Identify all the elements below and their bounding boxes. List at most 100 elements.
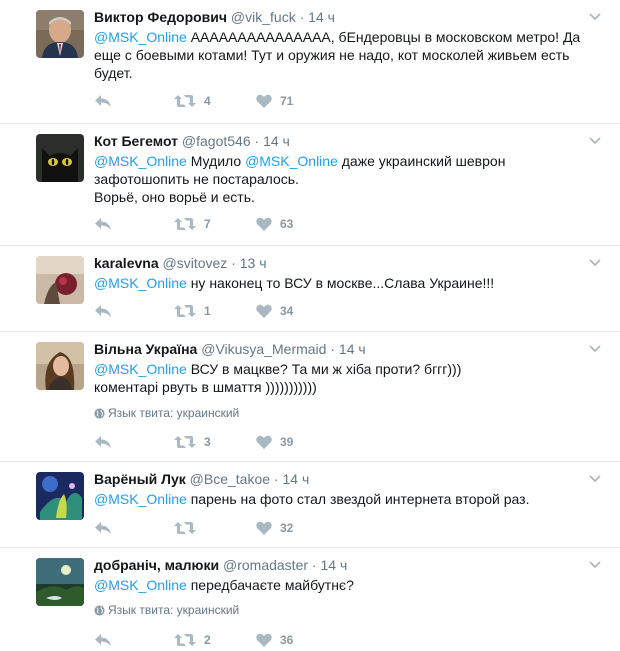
like-button[interactable]: 34 [256, 302, 293, 320]
chevron-down-icon[interactable] [588, 558, 602, 572]
timestamp[interactable]: 13 ч [240, 255, 267, 271]
separator-dot: · [330, 341, 336, 357]
avatar[interactable] [36, 342, 84, 390]
retweet-icon [174, 522, 196, 534]
mention-link[interactable]: @MSK_Online [94, 361, 187, 377]
tweet-item[interactable]: добраніч, малюки @romadaster · 14 ч @MSK… [0, 548, 620, 651]
reply-button[interactable] [94, 92, 112, 110]
language-label: Язык твита: украинский [108, 406, 240, 420]
like-button[interactable]: 32 [256, 519, 293, 537]
tweet-actions: 32 [94, 519, 354, 537]
mention-link[interactable]: @MSK_Online [94, 577, 187, 593]
tweet-actions: 1 34 [94, 302, 354, 320]
chevron-down-icon[interactable] [588, 342, 602, 356]
timestamp[interactable]: 14 ч [339, 341, 366, 357]
language-label: Язык твита: украинский [108, 603, 240, 617]
tweet-language[interactable]: Язык твита: украинский [94, 405, 239, 421]
tweet-item[interactable]: Варёный Лук @Все_takoe · 14 ч @MSK_Onlin… [0, 462, 620, 548]
reply-button[interactable] [94, 631, 112, 649]
heart-icon [256, 94, 272, 108]
timestamp[interactable]: 14 ч [308, 9, 335, 25]
timestamp[interactable]: 14 ч [282, 471, 309, 487]
tweet-body: Мудило [186, 153, 246, 169]
avatar[interactable] [36, 472, 84, 520]
mention-link[interactable]: @MSK_Online [94, 29, 187, 45]
author-handle[interactable]: @Все_takoe [190, 471, 270, 487]
like-count: 39 [280, 435, 294, 449]
like-button[interactable]: 36 [256, 631, 293, 649]
author-name[interactable]: Кот Бегемот [94, 133, 178, 149]
author-handle[interactable]: @Vikusya_Mermaid [201, 341, 326, 357]
separator-dot: · [231, 255, 236, 271]
author-handle[interactable]: @romadaster [223, 557, 308, 573]
like-count: 63 [280, 217, 294, 231]
tweet-actions: 4 71 [94, 92, 354, 110]
retweet-button[interactable]: 7 [174, 215, 211, 233]
reply-button[interactable] [94, 215, 112, 233]
tweet-text: @MSK_Online Мудило @MSK_Online даже укра… [94, 152, 590, 206]
avatar[interactable] [36, 558, 84, 606]
heart-icon [256, 633, 272, 647]
separator-dot: · [254, 133, 260, 149]
timestamp[interactable]: 14 ч [263, 133, 290, 149]
avatar[interactable] [36, 10, 84, 58]
heart-icon [256, 217, 272, 231]
author-handle[interactable]: @fagot546 [182, 133, 251, 149]
tweet-item[interactable]: Виктор Федорович @vik_fuck · 14 ч @MSK_O… [0, 0, 620, 124]
avatar[interactable] [36, 256, 84, 304]
mention-link[interactable]: @MSK_Online [245, 153, 338, 169]
heart-icon [256, 435, 272, 449]
retweet-icon [174, 634, 196, 646]
author-name[interactable]: Виктор Федорович [94, 9, 227, 25]
avatar[interactable] [36, 134, 84, 182]
tweet-header: Вільна Україна @Vikusya_Mermaid · 14 ч [94, 340, 580, 358]
tweet-body: парень на фото стал звездой интернета вт… [186, 491, 530, 507]
reply-icon [95, 436, 111, 448]
timestamp[interactable]: 14 ч [320, 557, 347, 573]
tweet-body: ну наконец то ВСУ в москве...Слава Украи… [186, 275, 495, 291]
retweet-count: 3 [204, 435, 211, 449]
mention-link[interactable]: @MSK_Online [94, 275, 187, 291]
retweet-icon [174, 436, 196, 448]
mention-link[interactable]: @MSK_Online [94, 491, 187, 507]
retweet-icon [174, 305, 196, 317]
chevron-down-icon[interactable] [588, 134, 602, 148]
tweet-text: @MSK_Online ВСУ в мацкве? Та ми ж хіба п… [94, 360, 590, 396]
tweet-language[interactable]: Язык твита: украинский [94, 602, 239, 618]
tweet-item[interactable]: Кот Бегемот @fagot546 · 14 ч @MSK_Online… [0, 124, 620, 246]
author-name[interactable]: karalevna [94, 255, 159, 271]
tweet-header: karalevna @svitovez · 13 ч [94, 254, 580, 272]
author-name[interactable]: добраніч, малюки [94, 557, 219, 573]
separator-dot: · [273, 471, 279, 487]
tweet-header: добраніч, малюки @romadaster · 14 ч [94, 556, 580, 574]
reply-button[interactable] [94, 302, 112, 320]
tweet-item[interactable]: karalevna @svitovez · 13 ч @MSK_Online н… [0, 246, 620, 332]
tweet-text: @MSK_Online ААААААААААААААА, бЕндеровцы … [94, 28, 590, 82]
heart-icon [256, 521, 272, 535]
like-button[interactable]: 39 [256, 433, 293, 451]
night-landscape-avatar-image [36, 558, 84, 606]
woman-portrait-avatar-image [36, 342, 84, 390]
retweet-count: 7 [204, 217, 211, 231]
like-button[interactable]: 71 [256, 92, 293, 110]
tweet-body: передбачаєте майбутнє? [186, 577, 354, 593]
chevron-down-icon[interactable] [588, 10, 602, 24]
mention-link[interactable]: @MSK_Online [94, 153, 187, 169]
tweet-item[interactable]: Вільна Україна @Vikusya_Mermaid · 14 ч @… [0, 332, 620, 462]
reply-button[interactable] [94, 433, 112, 451]
retweet-button[interactable] [174, 519, 204, 537]
retweet-button[interactable]: 2 [174, 631, 211, 649]
chevron-down-icon[interactable] [588, 472, 602, 486]
tweet-body: ВСУ в мацкве? Та ми ж хіба проти? бггг))… [186, 361, 462, 377]
author-name[interactable]: Вільна Україна [94, 341, 197, 357]
author-handle[interactable]: @vik_fuck [231, 9, 296, 25]
author-handle[interactable]: @svitovez [163, 255, 228, 271]
retweet-button[interactable]: 3 [174, 433, 211, 451]
like-button[interactable]: 63 [256, 215, 293, 233]
retweet-button[interactable]: 4 [174, 92, 211, 110]
globe-icon [94, 605, 105, 616]
author-name[interactable]: Варёный Лук [94, 471, 186, 487]
reply-button[interactable] [94, 519, 112, 537]
retweet-button[interactable]: 1 [174, 302, 211, 320]
chevron-down-icon[interactable] [588, 256, 602, 270]
